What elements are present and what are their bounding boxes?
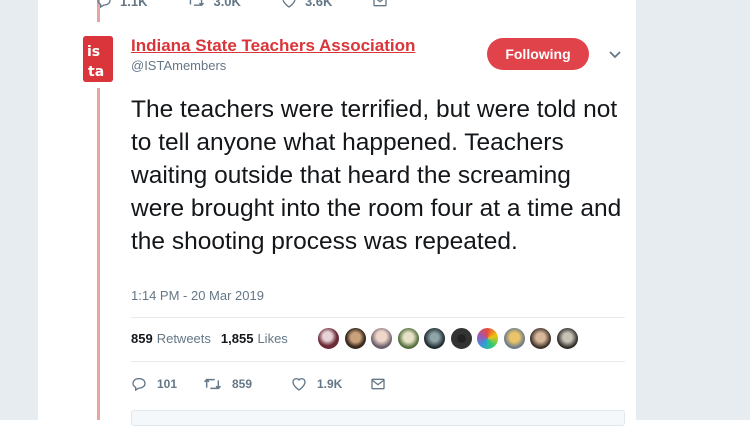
svg-text:ta: ta bbox=[88, 64, 104, 80]
previous-retweet-count: 3.0K bbox=[213, 0, 241, 9]
heart-icon bbox=[292, 378, 306, 391]
reply-count: 101 bbox=[157, 377, 178, 391]
retweet-button[interactable]: 859 bbox=[203, 376, 291, 392]
liker-avatar[interactable] bbox=[370, 327, 393, 350]
retweet-icon bbox=[190, 0, 205, 7]
liker-avatar[interactable] bbox=[502, 327, 526, 350]
previous-like-action[interactable]: 3.6K bbox=[281, 0, 332, 9]
tweet-actions: 101 859 1.9K bbox=[131, 376, 386, 392]
tweet-timestamp[interactable]: 1:14 PM - 20 Mar 2019 bbox=[131, 288, 264, 303]
page-background-right bbox=[636, 0, 750, 420]
liker-avatars bbox=[317, 327, 582, 350]
divider bbox=[131, 361, 625, 362]
chevron-down-icon bbox=[609, 51, 621, 59]
retweets-value[interactable]: 859 bbox=[131, 331, 153, 346]
reply-icon bbox=[97, 0, 111, 9]
reply-button[interactable]: 101 bbox=[131, 376, 203, 392]
ista-logo: is ta bbox=[83, 36, 113, 82]
liker-avatar[interactable] bbox=[555, 327, 579, 350]
avatar[interactable]: is ta bbox=[83, 36, 113, 82]
reply-icon bbox=[132, 378, 146, 392]
likes-value[interactable]: 1,855 bbox=[221, 331, 254, 346]
direct-message-button[interactable] bbox=[370, 376, 386, 392]
like-button[interactable]: 1.9K bbox=[291, 376, 370, 392]
previous-message-action[interactable] bbox=[372, 0, 388, 9]
author-handle[interactable]: @ISTAmembers bbox=[131, 58, 226, 73]
previous-retweet-action[interactable]: 3.0K bbox=[187, 0, 241, 9]
liker-avatar[interactable] bbox=[423, 327, 446, 350]
heart-icon bbox=[282, 0, 296, 8]
following-button[interactable]: Following bbox=[487, 38, 589, 70]
liker-avatar[interactable] bbox=[343, 327, 367, 350]
liker-avatar[interactable] bbox=[449, 327, 473, 350]
retweet-icon bbox=[203, 378, 222, 390]
svg-text:is: is bbox=[87, 44, 100, 60]
engagement-stats: 859 Retweets 1,855 Likes bbox=[131, 331, 288, 346]
divider bbox=[131, 317, 625, 318]
thread-connector-bottom bbox=[97, 88, 100, 420]
liker-avatar[interactable] bbox=[529, 327, 552, 350]
retweet-count: 859 bbox=[232, 377, 253, 391]
page-background-left bbox=[0, 0, 38, 420]
like-count: 1.9K bbox=[317, 377, 343, 391]
previous-tweet-actions: 1.1K 3.0K 3.6K bbox=[96, 0, 428, 10]
more-options-button[interactable] bbox=[608, 47, 622, 65]
message-icon bbox=[371, 378, 385, 390]
liker-avatar[interactable] bbox=[317, 327, 340, 350]
retweets-label[interactable]: Retweets bbox=[157, 331, 211, 346]
previous-like-count: 3.6K bbox=[304, 0, 333, 9]
liker-avatar[interactable] bbox=[476, 327, 499, 350]
author-name[interactable]: Indiana State Teachers Association bbox=[131, 36, 415, 56]
likes-label[interactable]: Likes bbox=[257, 331, 287, 346]
reply-input-box[interactable] bbox=[131, 410, 625, 426]
liker-avatar[interactable] bbox=[396, 327, 420, 350]
previous-reply-action[interactable]: 1.1K bbox=[96, 0, 147, 9]
message-icon bbox=[373, 0, 388, 7]
previous-reply-count: 1.1K bbox=[120, 0, 148, 9]
tweet-text: The teachers were terrified, but were to… bbox=[131, 96, 622, 255]
